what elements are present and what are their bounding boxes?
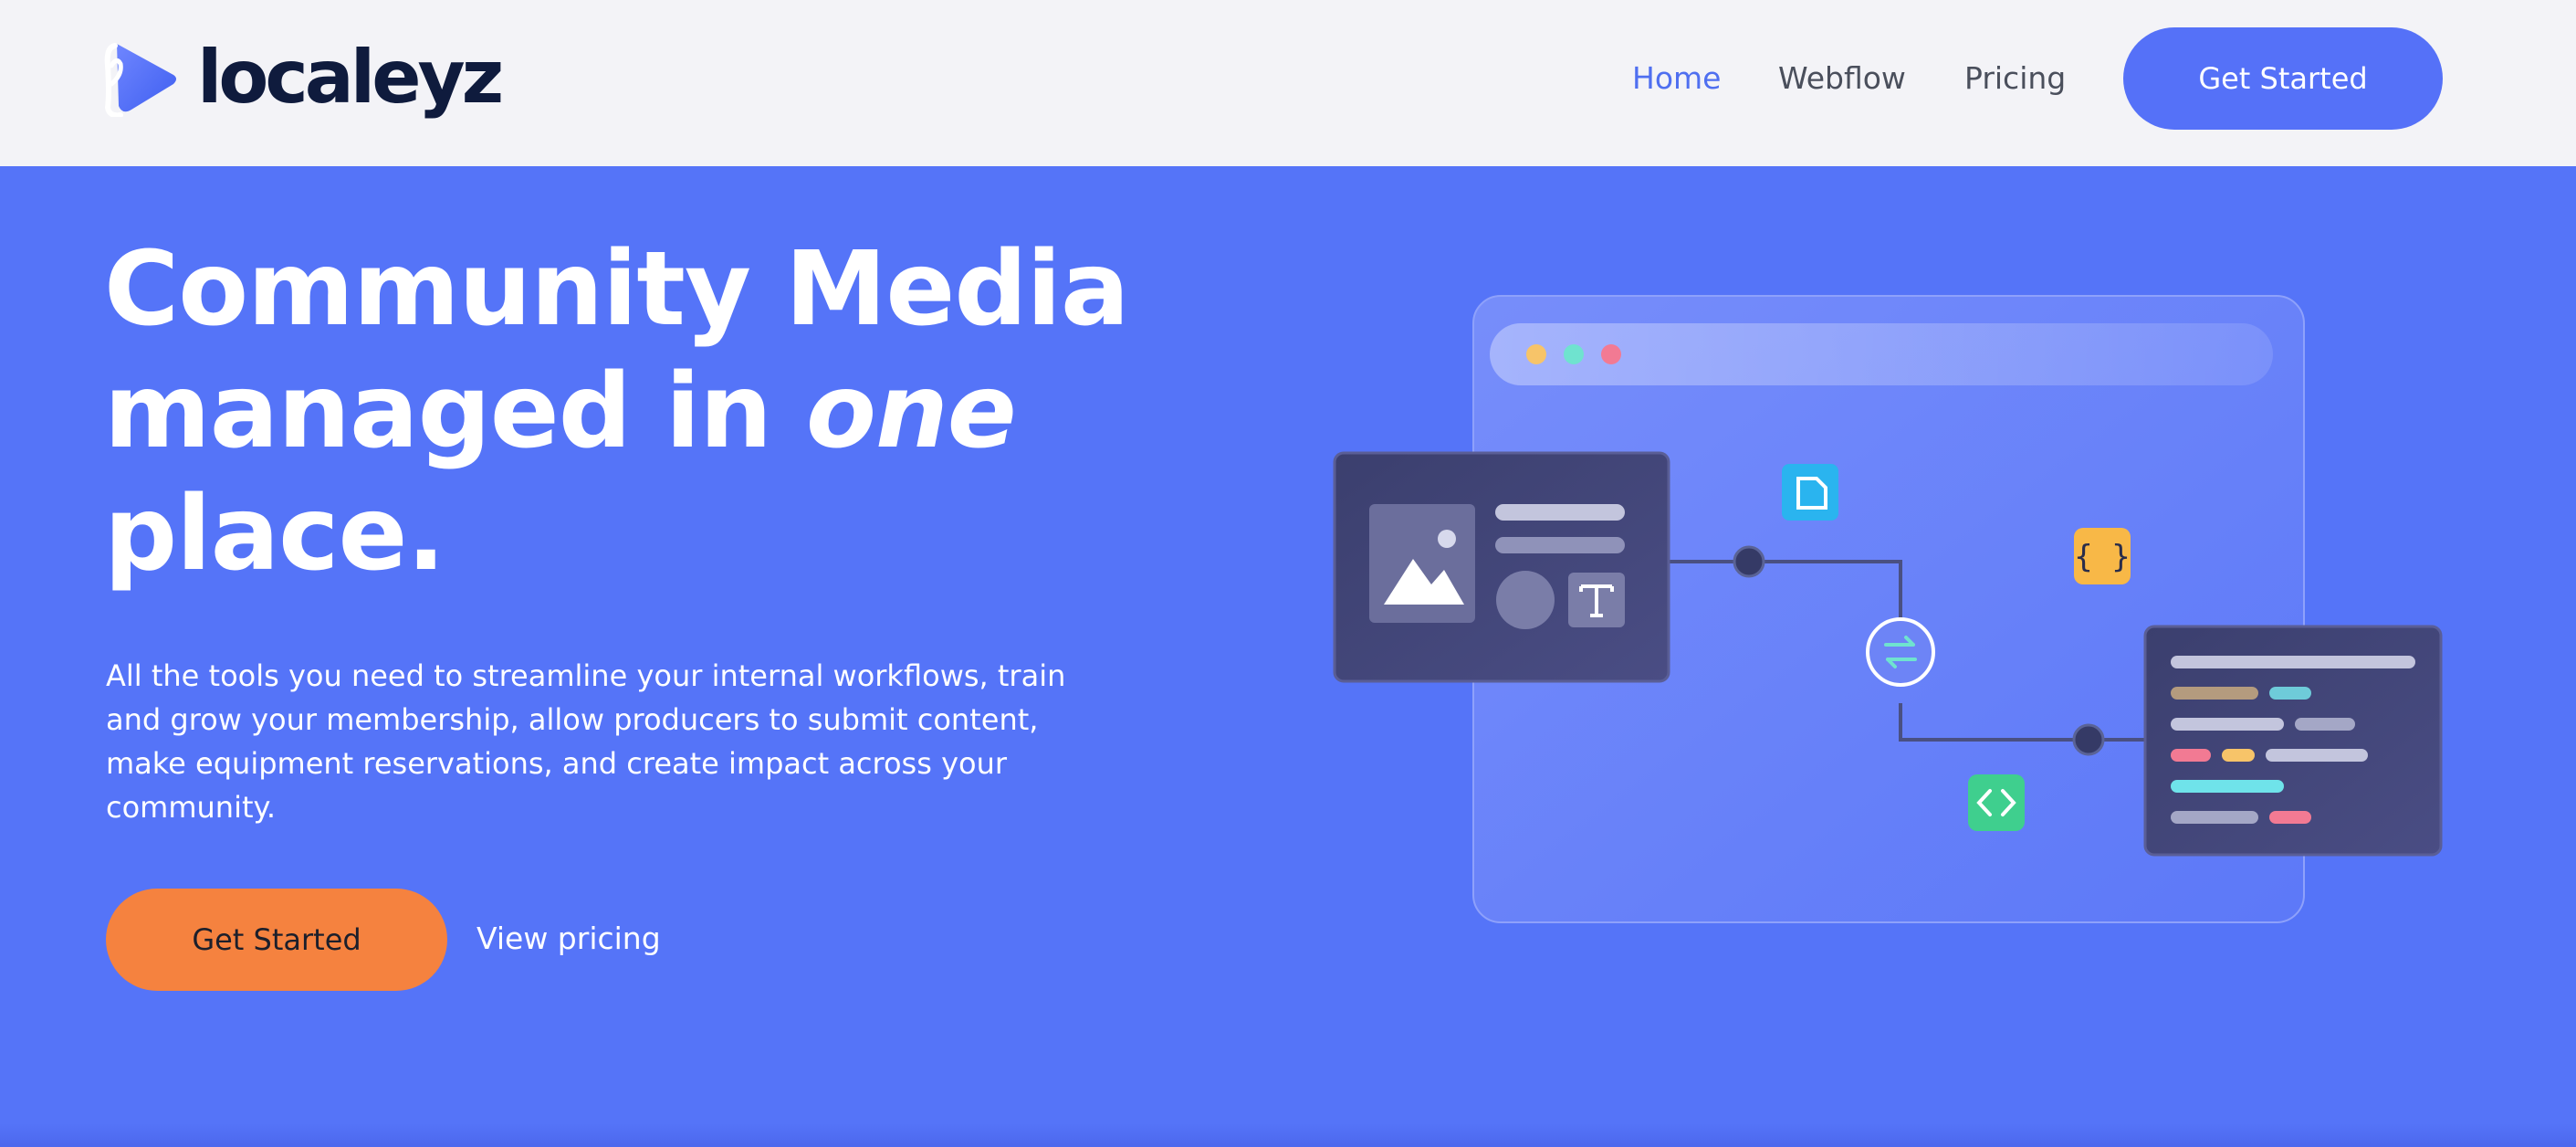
window-dot-green — [1564, 344, 1584, 364]
nav-link-webflow[interactable]: Webflow — [1778, 60, 1906, 96]
code-card — [2143, 625, 2443, 857]
view-pricing-link[interactable]: View pricing — [476, 921, 661, 956]
code-tag-icon — [1968, 774, 2025, 831]
top-navbar: localeyz Home Webflow Pricing Get Starte… — [0, 0, 2576, 166]
sync-icon — [1866, 617, 1935, 687]
document-icon — [1782, 464, 1838, 521]
avatar-placeholder — [1496, 571, 1555, 629]
connector-node-1 — [1733, 545, 1765, 578]
window-dot-red — [1601, 344, 1621, 364]
connector-node-2 — [2072, 723, 2105, 756]
hero-title-emphasis: one — [806, 353, 1017, 471]
svg-text:{ }: { } — [2074, 539, 2130, 575]
text-icon — [1568, 573, 1625, 627]
hero-description: All the tools you need to streamline you… — [106, 658, 1066, 825]
window-dot-yellow — [1526, 344, 1546, 364]
section-bottom-shadow — [0, 1123, 2576, 1147]
image-icon — [1369, 504, 1475, 623]
media-card — [1333, 451, 1670, 683]
localeyz-logo-icon — [104, 38, 181, 119]
hero-title-line-3: place. — [104, 475, 445, 594]
code-braces-icon: { } — [2074, 528, 2131, 584]
nav-link-pricing[interactable]: Pricing — [1964, 60, 2066, 96]
hero-title: Community Media managed in one place. — [104, 228, 1199, 595]
nav-link-home[interactable]: Home — [1632, 60, 1721, 96]
brand-name: localeyz — [197, 35, 504, 120]
brand-logo[interactable]: localeyz — [104, 35, 504, 120]
hero-title-line-2: managed in — [104, 353, 807, 471]
hero-get-started-button[interactable]: Get Started — [106, 889, 447, 991]
hero-title-line-1: Community Media — [104, 230, 1129, 349]
nav-get-started-button[interactable]: Get Started — [2123, 27, 2443, 130]
